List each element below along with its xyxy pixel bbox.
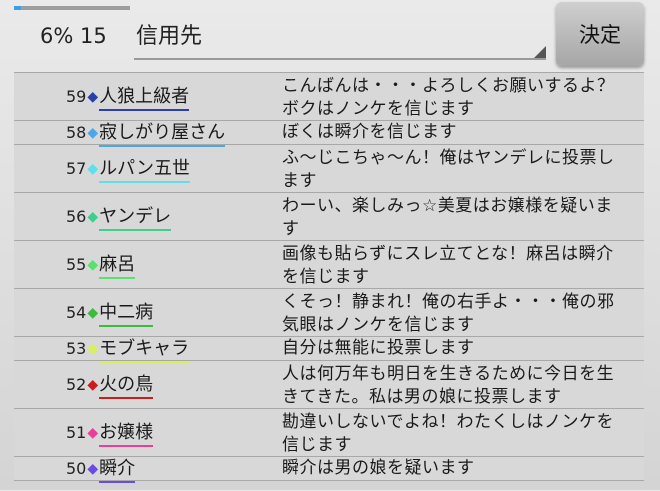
speaker-cell: 58 ◆ 寂しがり屋さん [14, 118, 278, 147]
progress-bar [14, 6, 130, 10]
speaker-cell: 53 ◆ モブキャラ [14, 334, 278, 363]
message-text: 瞬介は男の娘を疑います [282, 458, 475, 478]
speaker-cell: 55 ◆ 麻呂 [14, 241, 278, 288]
diamond-icon: ◆ [87, 424, 99, 441]
message-row[interactable]: 54 ◆ 中二病 くそっ！静まれ！俺の右手よ・・・俺の邪 気眼はノンケを信じます [14, 289, 644, 337]
message-number: 53 [66, 339, 87, 358]
speaker-cell: 51 ◆ お嬢様 [14, 409, 278, 456]
diamond-icon: ◆ [87, 88, 99, 105]
message-list[interactable]: 59 ◆ 人狼上級者 こんばんは・・・よろしくお願いするよ？ ボクはノンケを信じます 5… [14, 72, 644, 491]
message-row[interactable]: 53 ◆ モブキャラ 自分は無能に投票します [14, 334, 644, 363]
message-number: 52 [66, 375, 87, 394]
message-row[interactable]: 50 ◆ 瞬介 瞬介は男の娘を疑います [14, 454, 644, 483]
diamond-icon: ◆ [87, 304, 99, 321]
diamond-icon: ◆ [87, 340, 99, 357]
diamond-icon: ◆ [87, 460, 99, 477]
message-number: 51 [66, 423, 87, 442]
message-number: 55 [66, 255, 87, 274]
message-number: 58 [66, 123, 87, 142]
speaker-name[interactable]: 火の鳥 [99, 370, 154, 399]
speaker-name[interactable]: 中二病 [99, 298, 154, 327]
message-row[interactable]: 58 ◆ 寂しがり屋さん ぼくは瞬介を信じます [14, 118, 644, 147]
speaker-cell: 52 ◆ 火の鳥 [14, 361, 278, 408]
decide-button[interactable]: 決定 [556, 2, 644, 66]
speaker-cell: 56 ◆ ヤンデレ [14, 193, 278, 240]
diamond-icon: ◆ [87, 376, 99, 393]
diamond-icon: ◆ [87, 124, 99, 141]
message-row[interactable]: 57 ◆ ルパン五世 ふ～じこちゃ～ん！俺はヤンデレに投票し ます [14, 145, 644, 193]
message-row[interactable]: 52 ◆ 火の鳥 人は何万年も明日を生きるために今日を生 きてきた。私は男の娘に投票し… [14, 361, 644, 409]
message-row[interactable]: 56 ◆ ヤンデレ わーい、楽しみっ☆美夏はお嬢様を疑いま す [14, 193, 644, 241]
target-dropdown[interactable]: 信用先 [134, 10, 546, 60]
top-bar: 6% 15 信用先 決定 [0, 0, 660, 70]
message-text: ぼくは瞬介を信じます [282, 122, 457, 142]
message-text: 人は何万年も明日を生きるために今日を生 きてきた。私は男の娘に投票します [282, 364, 615, 407]
speaker-name[interactable]: 麻呂 [99, 250, 136, 279]
message-text: 自分は無能に投票します [282, 338, 475, 358]
message-number: 57 [66, 159, 87, 178]
dropdown-corner-icon [534, 46, 546, 58]
speaker-name[interactable]: モブキャラ [99, 334, 190, 363]
message-text: 勘違いしないでよね！わたくしはノンケを 信じます [282, 412, 614, 455]
diamond-icon: ◆ [87, 160, 99, 177]
message-text: こんばんは・・・よろしくお願いするよ？ ボクはノンケを信じます [282, 76, 615, 119]
speaker-name[interactable]: お嬢様 [99, 418, 154, 447]
diamond-icon: ◆ [87, 256, 99, 273]
progress-fill [14, 6, 21, 10]
speaker-name[interactable]: 瞬介 [99, 454, 136, 483]
message-number: 56 [66, 207, 87, 226]
speaker-name[interactable]: ヤンデレ [99, 202, 172, 231]
diamond-icon: ◆ [87, 208, 99, 225]
target-dropdown-label: 信用先 [136, 24, 203, 49]
speaker-cell: 50 ◆ 瞬介 [14, 454, 278, 483]
message-row[interactable]: 55 ◆ 麻呂 画像も貼らずにスレ立てとな！麻呂は瞬介 を信じます [14, 241, 644, 289]
speaker-name[interactable]: 寂しがり屋さん [99, 118, 226, 147]
speaker-name[interactable]: 人狼上級者 [99, 82, 190, 111]
speaker-cell: 57 ◆ ルパン五世 [14, 145, 278, 192]
message-text: わーい、楽しみっ☆美夏はお嬢様を疑いま す [282, 196, 613, 239]
speaker-cell: 59 ◆ 人狼上級者 [14, 73, 278, 120]
message-number: 50 [66, 459, 87, 478]
message-text: ふ～じこちゃ～ん！俺はヤンデレに投票し ます [282, 148, 615, 191]
message-row[interactable]: 59 ◆ 人狼上級者 こんばんは・・・よろしくお願いするよ？ ボクはノンケを信じます [14, 73, 644, 121]
message-text: 画像も貼らずにスレ立てとな！麻呂は瞬介 を信じます [282, 244, 614, 287]
speaker-cell: 54 ◆ 中二病 [14, 289, 278, 336]
status-text: 6% 15 [40, 24, 107, 48]
speaker-name[interactable]: ルパン五世 [99, 154, 191, 183]
message-text: くそっ！静まれ！俺の右手よ・・・俺の邪 気眼はノンケを信じます [282, 292, 615, 335]
message-number: 54 [66, 303, 87, 322]
message-row[interactable]: 51 ◆ お嬢様 勘違いしないでよね！わたくしはノンケを 信じます [14, 409, 644, 457]
message-number: 59 [66, 87, 87, 106]
